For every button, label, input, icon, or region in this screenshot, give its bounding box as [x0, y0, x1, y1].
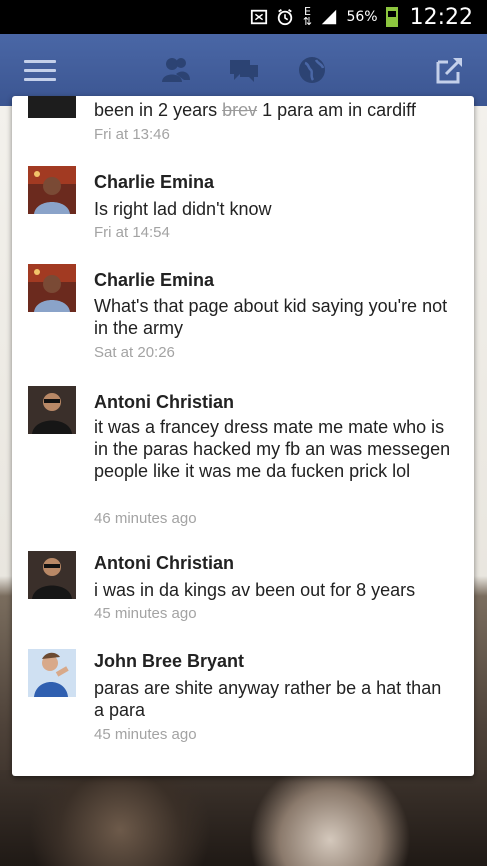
sender-name[interactable]: Charlie Emina: [94, 172, 214, 193]
message-text: paras are shite anyway rather be a hat t…: [94, 678, 442, 720]
signal-icon: [322, 9, 337, 25]
sender-name[interactable]: Antoni Christian: [94, 553, 234, 574]
menu-icon[interactable]: [24, 54, 56, 86]
message-text: it was a francey dress mate me mate who …: [94, 417, 451, 481]
avatar[interactable]: [28, 264, 76, 312]
messages-icon[interactable]: [228, 54, 260, 86]
battery-icon: [385, 7, 398, 27]
background-photo: [0, 770, 487, 866]
message-time: Sat at 20:26: [94, 344, 175, 361]
status-bar: E ⇅ 56% 12:22: [0, 0, 487, 34]
battery-percent: 56%: [346, 9, 378, 25]
sender-name[interactable]: Antoni Christian: [94, 392, 234, 413]
nfc-icon: [251, 9, 268, 25]
message-time: Fri at 14:54: [94, 224, 170, 241]
notifications-globe-icon[interactable]: [296, 54, 328, 86]
network-type-label: E: [303, 5, 311, 18]
message-time: 46 minutes ago: [94, 510, 197, 527]
avatar[interactable]: [28, 96, 76, 118]
struck-word: brev: [222, 100, 258, 120]
messages-popup[interactable]: been in 2 years brev 1 para am in cardif…: [12, 96, 474, 776]
data-arrows-icon: E ⇅: [302, 5, 313, 28]
friend-requests-icon[interactable]: [160, 54, 192, 86]
message-text: been in 2 years brev 1 para am in cardif…: [94, 100, 416, 120]
message-text: What's that page about kid saying you're…: [94, 296, 448, 338]
avatar[interactable]: [28, 551, 76, 599]
clock: 12:22: [409, 4, 473, 30]
message-time: 45 minutes ago: [94, 605, 197, 622]
avatar[interactable]: [28, 386, 76, 434]
avatar[interactable]: [28, 166, 76, 214]
sender-name[interactable]: Charlie Emina: [94, 270, 214, 291]
message-text: Is right lad didn't know: [94, 199, 272, 219]
avatar[interactable]: [28, 649, 76, 697]
message-time: Fri at 13:46: [94, 126, 170, 143]
sender-name[interactable]: John Bree Bryant: [94, 651, 244, 672]
message-time: 45 minutes ago: [94, 726, 197, 743]
compose-icon[interactable]: [434, 54, 466, 86]
alarm-icon: [278, 9, 293, 26]
message-text: i was in da kings av been out for 8 year…: [94, 580, 416, 600]
